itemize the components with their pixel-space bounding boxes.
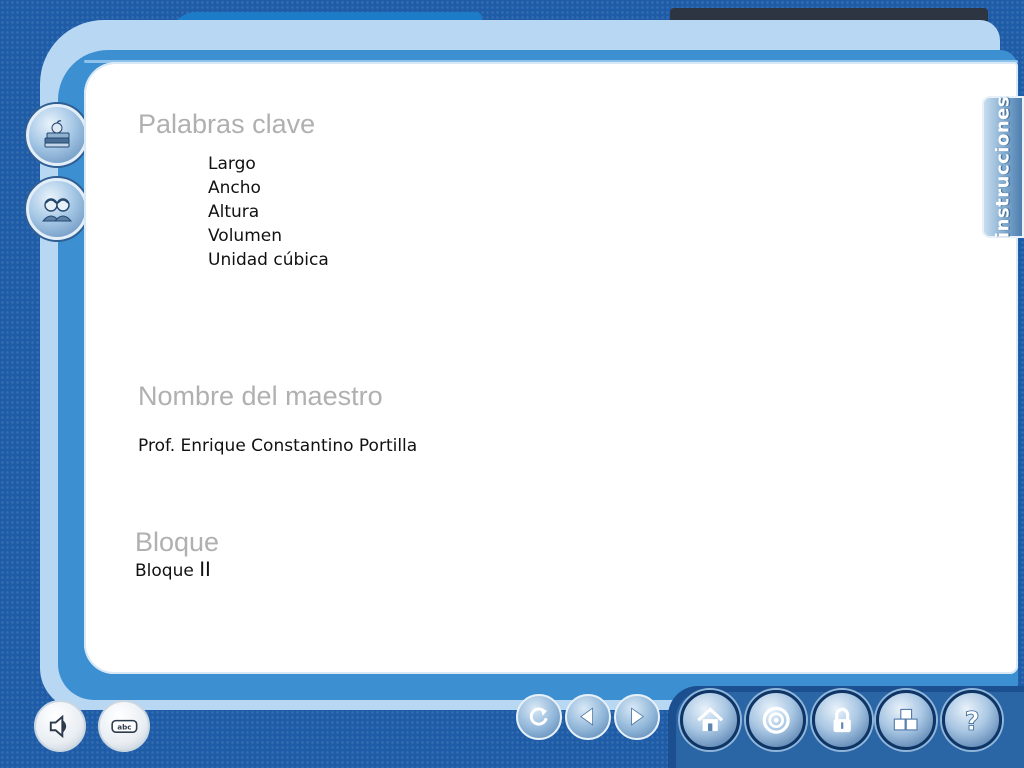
help-icon: ? bbox=[964, 706, 980, 736]
teacher-heading: Nombre del maestro bbox=[138, 381, 383, 411]
blocks-button[interactable] bbox=[876, 690, 936, 750]
refresh-icon bbox=[530, 707, 548, 726]
abc-icon: abc bbox=[110, 719, 138, 733]
students-button[interactable] bbox=[26, 178, 88, 240]
block-heading: Bloque bbox=[135, 527, 220, 557]
students-icon bbox=[41, 198, 73, 222]
keyword-item: Unidad cúbica bbox=[208, 250, 329, 270]
block-number: II bbox=[199, 558, 211, 581]
forward-button[interactable] bbox=[614, 694, 660, 740]
forward-arrow-icon bbox=[631, 707, 645, 727]
block-value: Bloque II bbox=[135, 558, 211, 583]
home-icon bbox=[697, 707, 723, 731]
teacher-name: Prof. Enrique Constantino Portilla bbox=[138, 436, 418, 456]
refresh-button[interactable] bbox=[516, 694, 562, 740]
lock-icon bbox=[833, 707, 851, 732]
books-apple-icon bbox=[44, 120, 70, 148]
audio-button[interactable] bbox=[34, 700, 86, 752]
help-label: ? bbox=[964, 707, 979, 736]
lock-button[interactable] bbox=[812, 690, 872, 750]
help-button[interactable]: ? bbox=[942, 690, 1002, 750]
block-label: Bloque bbox=[135, 561, 194, 581]
back-button[interactable] bbox=[565, 694, 611, 740]
glossary-label: abc bbox=[117, 722, 131, 731]
keyword-item: Ancho bbox=[208, 178, 261, 198]
keywords-list: Largo Ancho Altura Volumen Unidad cúbica bbox=[208, 152, 329, 272]
keyword-item: Largo bbox=[208, 154, 256, 174]
books-apple-button[interactable] bbox=[26, 104, 88, 166]
keyword-item: Altura bbox=[208, 202, 260, 222]
speaker-icon bbox=[49, 714, 66, 738]
keyword-item: Volumen bbox=[208, 226, 283, 246]
back-arrow-icon bbox=[580, 707, 594, 727]
keywords-heading: Palabras clave bbox=[138, 109, 316, 139]
instructions-label: instrucciones bbox=[992, 95, 1014, 239]
blocks-icon bbox=[893, 708, 918, 731]
glossary-button[interactable]: abc bbox=[98, 700, 150, 752]
home-button[interactable] bbox=[680, 690, 740, 750]
target-button[interactable] bbox=[746, 690, 806, 750]
target-icon bbox=[762, 706, 790, 734]
instructions-tab[interactable]: instrucciones bbox=[982, 96, 1024, 238]
